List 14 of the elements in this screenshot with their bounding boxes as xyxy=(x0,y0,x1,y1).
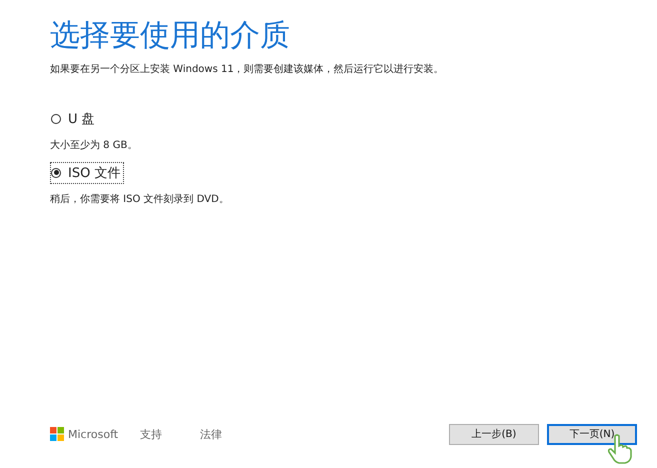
page-description: 如果要在另一个分区上安装 Windows 11，则需要创建该媒体，然后运行它以进行安装。 xyxy=(50,62,445,76)
radio-icon[interactable] xyxy=(51,168,61,178)
option-description: 大小至少为 8 GB。 xyxy=(50,138,138,152)
nav-button[interactable]: 上一步(B) xyxy=(449,424,539,444)
radio-option[interactable]: ISO 文件 xyxy=(50,162,124,184)
radio-option[interactable]: U 盘 xyxy=(50,108,99,130)
radio-icon[interactable] xyxy=(51,114,61,124)
brand-name: Microsoft xyxy=(68,428,118,440)
page-title: 选择要使用的介质 xyxy=(50,17,291,55)
microsoft-logo-icon xyxy=(50,427,64,441)
option-description: 稍后，你需要将 ISO 文件刻录到 DVD。 xyxy=(50,192,230,206)
footer-link[interactable]: 支持 xyxy=(140,426,162,442)
footer-link[interactable]: 法律 xyxy=(200,426,222,442)
nav-button[interactable]: 下一页(N) xyxy=(547,424,637,444)
